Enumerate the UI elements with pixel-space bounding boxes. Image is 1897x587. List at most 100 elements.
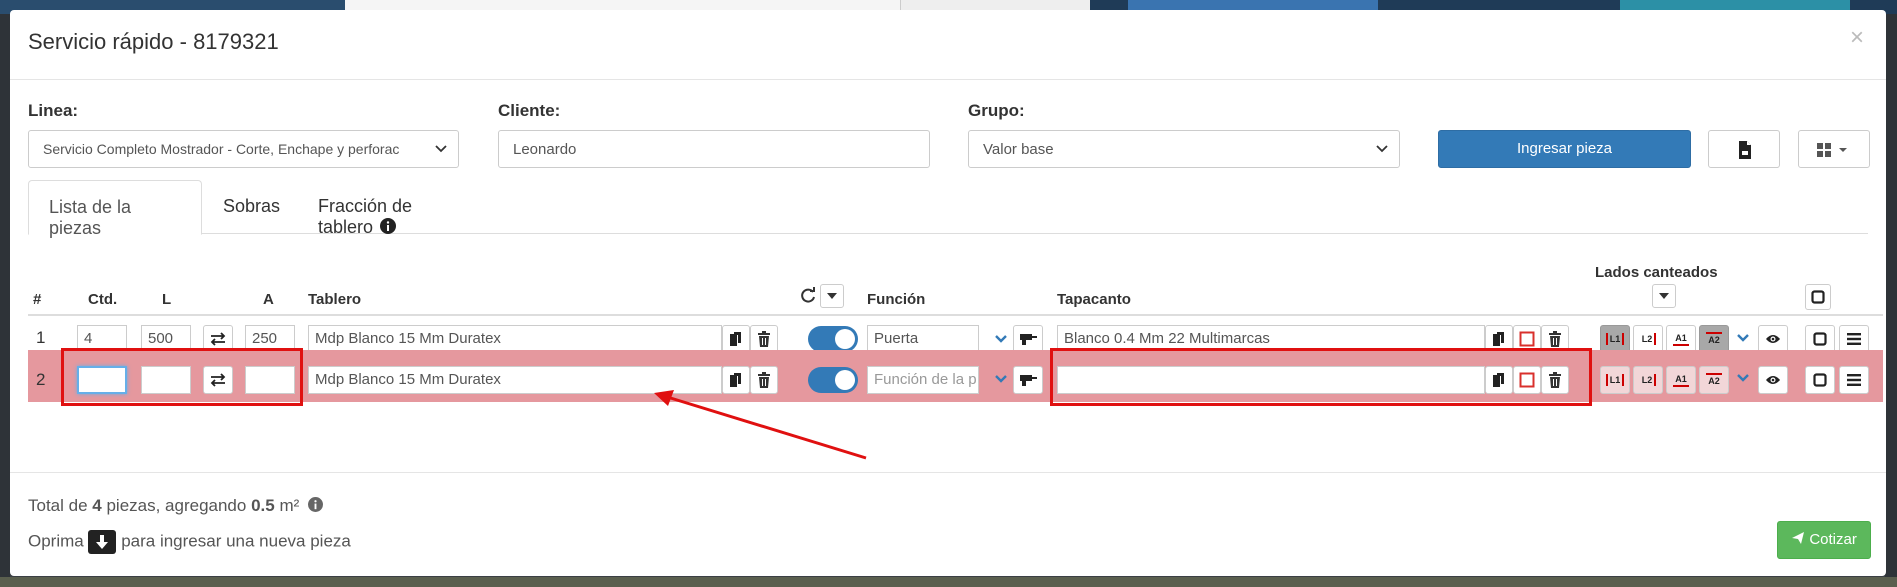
cliente-value: Leonardo xyxy=(513,141,577,158)
swap-arrows-icon xyxy=(210,332,226,346)
square-icon xyxy=(1813,373,1827,387)
row-2-lado-a1[interactable]: A1 xyxy=(1666,366,1696,394)
refresh-icon[interactable] xyxy=(799,286,817,304)
lado-label: A2 xyxy=(1706,332,1722,346)
row-2-lado-a2[interactable]: A2 xyxy=(1699,366,1729,394)
cotizar-button[interactable]: Cotizar xyxy=(1777,521,1871,559)
row-1-tablero-copy-button[interactable] xyxy=(722,325,750,353)
row-2-menu-button[interactable] xyxy=(1839,366,1869,394)
chevron-down-icon xyxy=(1376,145,1388,153)
modal-title: Servicio rápido - 8179321 xyxy=(28,29,279,54)
cliente-label: Cliente: xyxy=(498,101,561,120)
grid-view-button[interactable] xyxy=(1798,130,1870,168)
copy-icon xyxy=(730,332,741,346)
row-1-menu-button[interactable] xyxy=(1839,325,1869,353)
row-2-drill-button[interactable] xyxy=(1013,366,1043,394)
tab-fraccion-tablero[interactable]: Fracción de tablero xyxy=(298,180,488,237)
grupo-label: Grupo: xyxy=(968,101,1025,120)
hint-prefix: Oprima xyxy=(28,531,89,551)
row-1-lado-a2[interactable]: A2 xyxy=(1699,325,1729,353)
row-2-lados-chevron-icon[interactable] xyxy=(1736,371,1750,385)
col-lados-canteados: Lados canteados xyxy=(1595,264,1718,281)
tabs-bar: Lista de la piezas Sobras Fracción de ta… xyxy=(28,180,1868,238)
linea-label: Linea: xyxy=(28,101,79,120)
grid-icon xyxy=(1817,143,1847,157)
quick-service-modal: Servicio rápido - 8179321 × Linea: Servi… xyxy=(10,10,1886,576)
tab-label: Lista de la piezas xyxy=(49,197,132,238)
caret-down-icon xyxy=(1659,293,1669,299)
row-1-funcion-chevron-icon[interactable] xyxy=(994,332,1008,346)
row-1-tablero-input[interactable]: Mdp Blanco 15 Mm Duratex xyxy=(308,325,722,353)
lado-label: L1 xyxy=(1605,333,1625,345)
total-count: 4 xyxy=(92,496,102,515)
cotizar-label: Cotizar xyxy=(1809,531,1857,548)
row-1-funcion-input[interactable]: Puerta xyxy=(867,325,979,353)
row-2-lado-l2[interactable]: L2 xyxy=(1633,366,1663,394)
row-1-view-button[interactable] xyxy=(1758,325,1788,353)
info-icon[interactable] xyxy=(308,497,323,512)
select-all-button[interactable] xyxy=(1805,284,1831,310)
ingresar-pieza-button[interactable]: Ingresar pieza xyxy=(1438,130,1691,168)
col-tapacanto: Tapacanto xyxy=(1057,291,1131,308)
total-summary: Total de 4 piezas, agregando 0.5 m² xyxy=(28,496,323,516)
cliente-input[interactable]: Leonardo xyxy=(498,130,930,168)
export-file-button[interactable] xyxy=(1708,130,1780,168)
row-2-view-button[interactable] xyxy=(1758,366,1788,394)
grupo-select[interactable]: Valor base xyxy=(968,130,1400,168)
total-mid: piezas, agregando xyxy=(101,496,252,515)
row-2-funcion-chevron-icon[interactable] xyxy=(994,372,1008,386)
hamburger-icon xyxy=(1847,333,1861,345)
tab-lista-piezas[interactable]: Lista de la piezas xyxy=(28,180,202,238)
row-1-select-button[interactable] xyxy=(1805,325,1835,353)
row-2-select-button[interactable] xyxy=(1805,366,1835,394)
lado-label: L2 xyxy=(1640,374,1657,386)
chevron-down-icon xyxy=(435,145,447,153)
annotation-arrow-icon xyxy=(654,390,867,460)
annotation-box-tapacanto xyxy=(1050,348,1592,406)
modal-header: Servicio rápido - 8179321 × xyxy=(10,10,1886,80)
row-1-num: 1 xyxy=(36,328,46,347)
column-options-button[interactable] xyxy=(820,284,844,308)
new-piece-hint: Oprima para ingresar una nueva pieza xyxy=(28,530,351,554)
grupo-value: Valor base xyxy=(983,141,1054,158)
total-prefix: Total de xyxy=(28,496,93,515)
row-1-lado-l2[interactable]: L2 xyxy=(1633,325,1663,353)
row-1-lado-a1[interactable]: A1 xyxy=(1666,325,1696,353)
row-1-lado-l1[interactable]: L1 xyxy=(1600,325,1630,353)
lado-label: L1 xyxy=(1605,374,1625,386)
row-2-lado-l1[interactable]: L1 xyxy=(1600,366,1630,394)
red-square-icon xyxy=(1519,331,1535,347)
info-icon[interactable] xyxy=(380,218,397,234)
square-icon xyxy=(1813,332,1827,346)
hint-suffix: para ingresar una nueva pieza xyxy=(116,531,351,551)
row-1-drill-button[interactable] xyxy=(1013,325,1043,353)
lado-label: A2 xyxy=(1706,373,1722,387)
background-right xyxy=(1885,14,1897,587)
linea-value: Servicio Completo Mostrador - Corte, Enc… xyxy=(43,141,400,157)
row-2-funcion-input[interactable]: Función de la p xyxy=(867,366,979,394)
hamburger-icon xyxy=(1847,374,1861,386)
col-tablero: Tablero xyxy=(308,291,362,308)
total-area: 0.5 xyxy=(251,496,275,515)
linea-select[interactable]: Servicio Completo Mostrador - Corte, Enc… xyxy=(28,130,459,168)
row-1-lados-chevron-icon[interactable] xyxy=(1736,331,1750,345)
caret-down-icon xyxy=(827,293,837,299)
trash-icon xyxy=(758,331,770,347)
lados-options-button[interactable] xyxy=(1652,284,1676,308)
col-a: A xyxy=(263,291,274,308)
eye-icon xyxy=(1766,376,1780,384)
col-num: # xyxy=(33,291,42,308)
lado-label: L2 xyxy=(1640,333,1657,345)
col-l: L xyxy=(162,291,172,308)
drill-icon xyxy=(1020,375,1037,386)
tab-sobras[interactable]: Sobras xyxy=(203,180,297,235)
row-1-toggle[interactable] xyxy=(808,326,858,352)
lado-label: A1 xyxy=(1673,332,1689,346)
annotation-box-dimensions xyxy=(61,348,303,406)
close-icon[interactable]: × xyxy=(1850,24,1864,52)
drill-icon xyxy=(1020,334,1037,345)
row-1-tablero-delete-button[interactable] xyxy=(750,325,778,353)
total-unit: m² xyxy=(274,496,300,515)
tab-label: Sobras xyxy=(223,196,281,216)
footer-divider xyxy=(10,472,1886,473)
